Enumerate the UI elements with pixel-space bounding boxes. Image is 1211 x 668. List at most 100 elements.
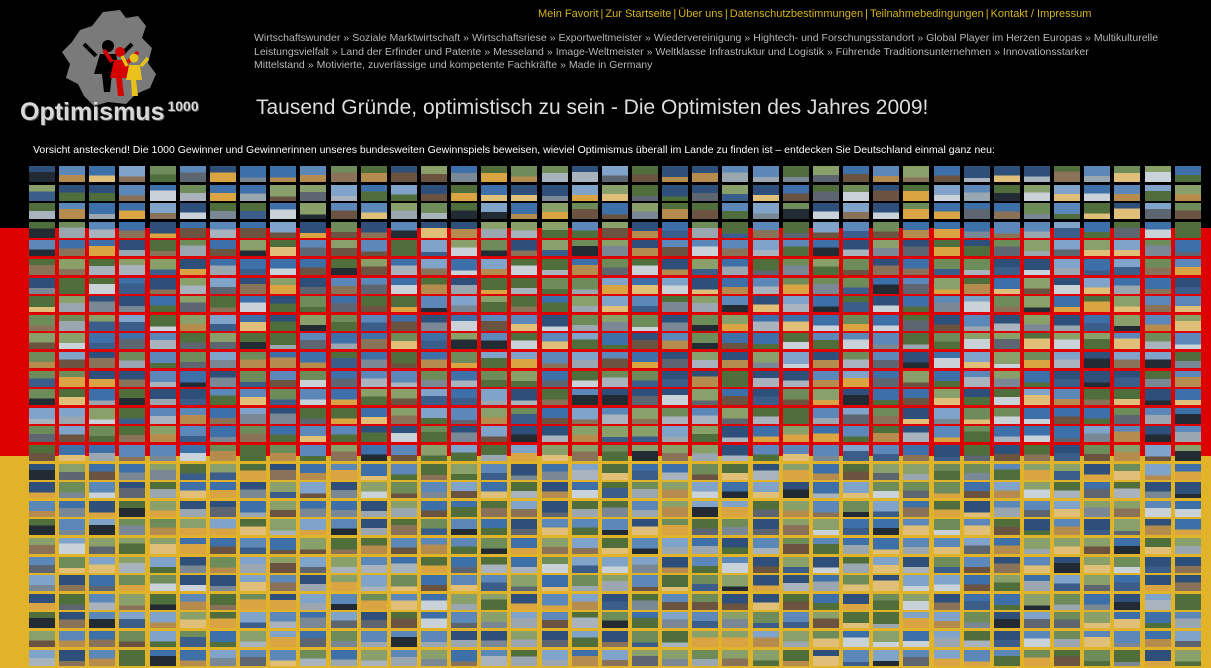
photo-thumbnail[interactable] bbox=[662, 482, 689, 499]
photo-thumbnail[interactable] bbox=[843, 184, 870, 201]
photo-thumbnail[interactable] bbox=[662, 296, 689, 313]
photo-thumbnail[interactable] bbox=[963, 240, 990, 257]
photo-thumbnail[interactable] bbox=[1023, 556, 1050, 573]
photo-thumbnail[interactable] bbox=[89, 352, 116, 368]
photo-thumbnail[interactable] bbox=[420, 333, 447, 350]
photo-thumbnail[interactable] bbox=[209, 352, 236, 368]
photo-thumbnail[interactable] bbox=[209, 166, 236, 182]
photo-thumbnail[interactable] bbox=[1084, 389, 1111, 406]
photo-thumbnail[interactable] bbox=[149, 463, 176, 480]
photo-thumbnail[interactable] bbox=[782, 463, 809, 480]
photo-thumbnail[interactable] bbox=[511, 259, 538, 275]
photo-thumbnail[interactable] bbox=[903, 352, 930, 368]
photo-thumbnail[interactable] bbox=[1144, 166, 1171, 182]
photo-thumbnail[interactable] bbox=[209, 463, 236, 480]
photo-thumbnail[interactable] bbox=[903, 538, 930, 554]
photo-thumbnail[interactable] bbox=[1084, 426, 1111, 443]
photo-thumbnail[interactable] bbox=[571, 538, 598, 554]
photo-thumbnail[interactable] bbox=[300, 649, 327, 666]
photo-thumbnail[interactable] bbox=[149, 221, 176, 238]
photo-thumbnail[interactable] bbox=[511, 389, 538, 406]
photo-thumbnail[interactable] bbox=[1144, 407, 1171, 424]
photo-thumbnail[interactable] bbox=[933, 333, 960, 350]
photo-thumbnail[interactable] bbox=[89, 184, 116, 201]
photo-thumbnail[interactable] bbox=[119, 426, 146, 443]
photo-thumbnail[interactable] bbox=[722, 333, 749, 350]
photo-thumbnail[interactable] bbox=[933, 426, 960, 443]
photo-thumbnail[interactable] bbox=[541, 631, 568, 647]
photo-thumbnail[interactable] bbox=[993, 389, 1020, 406]
photo-thumbnail[interactable] bbox=[541, 463, 568, 480]
photo-thumbnail[interactable] bbox=[1084, 277, 1111, 294]
photo-thumbnail[interactable] bbox=[843, 538, 870, 554]
photo-thumbnail[interactable] bbox=[330, 631, 357, 647]
photo-thumbnail[interactable] bbox=[993, 556, 1020, 573]
photo-thumbnail[interactable] bbox=[903, 445, 930, 461]
photo-thumbnail[interactable] bbox=[119, 631, 146, 647]
photo-thumbnail[interactable] bbox=[149, 389, 176, 406]
photo-thumbnail[interactable] bbox=[119, 259, 146, 275]
photo-thumbnail[interactable] bbox=[1144, 203, 1171, 220]
photo-thumbnail[interactable] bbox=[632, 463, 658, 480]
photo-thumbnail[interactable] bbox=[903, 556, 930, 573]
photo-thumbnail[interactable] bbox=[1174, 482, 1201, 499]
photo-thumbnail[interactable] bbox=[601, 482, 628, 499]
photo-thumbnail[interactable] bbox=[601, 352, 628, 368]
photo-thumbnail[interactable] bbox=[571, 612, 598, 629]
photo-thumbnail[interactable] bbox=[571, 407, 598, 424]
photo-thumbnail[interactable] bbox=[601, 296, 628, 313]
photo-thumbnail[interactable] bbox=[89, 538, 116, 554]
photo-thumbnail[interactable] bbox=[571, 649, 598, 666]
photo-thumbnail[interactable] bbox=[541, 221, 568, 238]
photo-thumbnail[interactable] bbox=[1144, 426, 1171, 443]
photo-thumbnail[interactable] bbox=[692, 482, 719, 499]
photo-thumbnail[interactable] bbox=[662, 463, 689, 480]
photo-thumbnail[interactable] bbox=[330, 184, 357, 201]
photo-thumbnail[interactable] bbox=[29, 556, 55, 573]
photo-thumbnail[interactable] bbox=[149, 296, 176, 313]
photo-thumbnail[interactable] bbox=[903, 389, 930, 406]
photo-thumbnail[interactable] bbox=[1084, 333, 1111, 350]
photo-thumbnail[interactable] bbox=[330, 445, 357, 461]
photo-thumbnail[interactable] bbox=[812, 203, 839, 220]
photo-thumbnail[interactable] bbox=[29, 612, 55, 629]
photo-thumbnail[interactable] bbox=[29, 203, 55, 220]
photo-thumbnail[interactable] bbox=[782, 500, 809, 517]
photo-thumbnail[interactable] bbox=[782, 333, 809, 350]
photo-thumbnail[interactable] bbox=[933, 352, 960, 368]
photo-thumbnail[interactable] bbox=[89, 221, 116, 238]
photo-thumbnail[interactable] bbox=[481, 612, 508, 629]
photo-thumbnail[interactable] bbox=[511, 500, 538, 517]
photo-thumbnail[interactable] bbox=[240, 221, 267, 238]
photo-thumbnail[interactable] bbox=[360, 482, 387, 499]
photo-thumbnail[interactable] bbox=[933, 649, 960, 666]
photo-thumbnail[interactable] bbox=[240, 482, 267, 499]
photo-thumbnail[interactable] bbox=[360, 314, 387, 331]
photo-thumbnail[interactable] bbox=[451, 240, 478, 257]
photo-thumbnail[interactable] bbox=[812, 538, 839, 554]
photo-thumbnail[interactable] bbox=[692, 445, 719, 461]
photo-thumbnail[interactable] bbox=[29, 500, 55, 517]
photo-thumbnail[interactable] bbox=[300, 370, 327, 387]
photo-thumbnail[interactable] bbox=[179, 259, 206, 275]
photo-thumbnail[interactable] bbox=[451, 463, 478, 480]
photo-thumbnail[interactable] bbox=[752, 612, 779, 629]
photo-thumbnail[interactable] bbox=[571, 389, 598, 406]
photo-thumbnail[interactable] bbox=[632, 184, 658, 201]
photo-thumbnail[interactable] bbox=[149, 612, 176, 629]
photo-thumbnail[interactable] bbox=[270, 649, 297, 666]
photo-thumbnail[interactable] bbox=[692, 575, 719, 592]
photo-thumbnail[interactable] bbox=[632, 259, 658, 275]
photo-thumbnail[interactable] bbox=[390, 426, 417, 443]
photo-thumbnail[interactable] bbox=[963, 296, 990, 313]
photo-thumbnail[interactable] bbox=[1144, 593, 1171, 610]
photo-thumbnail[interactable] bbox=[812, 500, 839, 517]
photo-thumbnail[interactable] bbox=[903, 463, 930, 480]
photo-thumbnail[interactable] bbox=[240, 463, 267, 480]
photo-thumbnail[interactable] bbox=[903, 221, 930, 238]
photo-thumbnail[interactable] bbox=[209, 649, 236, 666]
photo-thumbnail[interactable] bbox=[692, 463, 719, 480]
photo-thumbnail[interactable] bbox=[1174, 352, 1201, 368]
photo-thumbnail[interactable] bbox=[601, 314, 628, 331]
photo-thumbnail[interactable] bbox=[601, 612, 628, 629]
